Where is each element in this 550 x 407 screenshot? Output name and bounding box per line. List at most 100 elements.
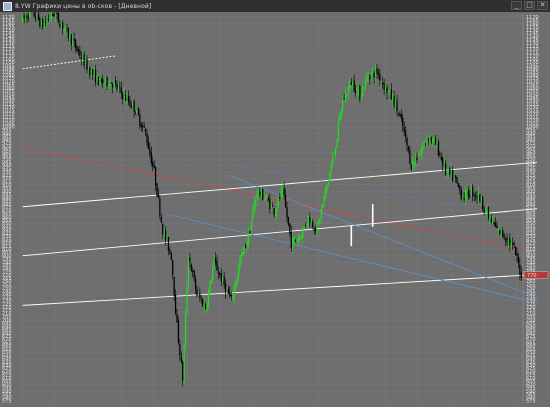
candle-body xyxy=(196,289,198,296)
candle-body xyxy=(46,20,48,22)
candle-body xyxy=(329,171,331,181)
candle-body xyxy=(114,80,117,84)
candle-body xyxy=(402,117,404,127)
candle-body xyxy=(227,288,230,294)
candle-body xyxy=(302,228,304,238)
candle-body xyxy=(156,183,158,196)
candle-body xyxy=(42,19,44,28)
candle-body xyxy=(182,361,184,381)
candle-body xyxy=(86,59,88,70)
candle-body xyxy=(180,356,182,362)
candle-body xyxy=(37,13,40,20)
candle-body xyxy=(504,238,507,240)
title-bar[interactable]: 8.YW Графики цены в ob-сков - [Дневной] … xyxy=(0,0,550,12)
candle-body xyxy=(187,259,190,288)
minimize-button[interactable]: _ xyxy=(511,1,522,10)
candle-body xyxy=(109,82,111,87)
candle-body xyxy=(222,276,224,282)
app-icon xyxy=(3,1,12,11)
candle-body xyxy=(260,189,262,196)
candle-body xyxy=(316,225,318,233)
candle-body xyxy=(482,196,484,209)
candle-body xyxy=(317,221,320,224)
candle-body xyxy=(264,197,267,200)
candle-body xyxy=(60,23,62,26)
candle-body xyxy=(370,72,372,79)
candle-body xyxy=(430,137,432,142)
candle-body xyxy=(404,130,407,137)
maximize-button[interactable]: □ xyxy=(524,1,535,10)
candle-body xyxy=(100,79,102,82)
candle-body xyxy=(269,199,271,210)
candle-body xyxy=(120,87,122,94)
candle-body xyxy=(480,196,482,200)
candle-body xyxy=(337,121,340,138)
candle-body xyxy=(279,197,281,199)
candle-body xyxy=(276,206,278,212)
price-chart[interactable]: 5755805855905956006056106156206256306356… xyxy=(0,12,550,407)
candle-body xyxy=(280,190,282,199)
candle-body xyxy=(110,82,112,84)
candle-body xyxy=(467,190,470,197)
candle-body xyxy=(483,208,485,213)
candle-body xyxy=(97,76,100,86)
candle-body xyxy=(292,238,294,248)
candle-body xyxy=(374,69,377,77)
candle-body xyxy=(224,283,227,293)
candle-body xyxy=(206,304,208,311)
candle-body xyxy=(417,157,420,159)
close-button[interactable]: ✕ xyxy=(537,1,548,10)
candle-body xyxy=(509,238,511,246)
candle-body xyxy=(239,260,241,268)
candle-body xyxy=(133,101,135,112)
candle-body xyxy=(192,271,194,272)
candle-body xyxy=(43,23,45,28)
candle-body xyxy=(326,184,328,191)
candle-body xyxy=(322,203,324,208)
candle-body xyxy=(444,163,447,175)
candle-body xyxy=(64,25,67,28)
candle-body xyxy=(493,222,495,225)
candle-body xyxy=(237,267,240,278)
candle-body xyxy=(203,303,205,308)
candle-body xyxy=(90,70,92,77)
candle-body xyxy=(380,81,382,83)
candle-body xyxy=(240,254,242,262)
candle-body xyxy=(323,196,325,202)
candle-body xyxy=(333,153,335,155)
candle-body xyxy=(226,289,228,292)
candle-body xyxy=(376,68,378,74)
candle-body xyxy=(330,164,332,171)
candle-body xyxy=(490,217,492,222)
candle-body xyxy=(369,74,371,80)
candle-body xyxy=(464,191,467,200)
candle-body xyxy=(164,230,167,240)
candle-body xyxy=(103,83,105,85)
candle-body xyxy=(520,272,522,279)
candle-body xyxy=(513,242,515,246)
candle-body xyxy=(494,223,497,227)
candle-body xyxy=(422,146,424,151)
candle-body xyxy=(307,215,310,223)
candle-body xyxy=(166,238,168,239)
candle-body xyxy=(352,82,354,86)
candle-body xyxy=(243,245,245,255)
candle-body xyxy=(502,230,504,237)
candle-body xyxy=(62,22,64,29)
candle-body xyxy=(364,79,367,87)
candle-body xyxy=(387,91,390,93)
candle-body xyxy=(393,96,395,106)
candle-body xyxy=(246,242,248,247)
candle-body xyxy=(290,231,292,248)
candle-body xyxy=(69,34,71,40)
candle-body xyxy=(93,71,95,74)
candle-body xyxy=(157,194,160,198)
candle-body xyxy=(449,168,451,175)
price-tag-label: 770 xyxy=(527,273,537,279)
candle-body xyxy=(140,124,142,128)
candle-body xyxy=(142,125,144,127)
candle-body xyxy=(289,223,291,234)
candle-body xyxy=(456,176,458,184)
candle-body xyxy=(117,87,120,89)
candle-body xyxy=(386,87,388,94)
